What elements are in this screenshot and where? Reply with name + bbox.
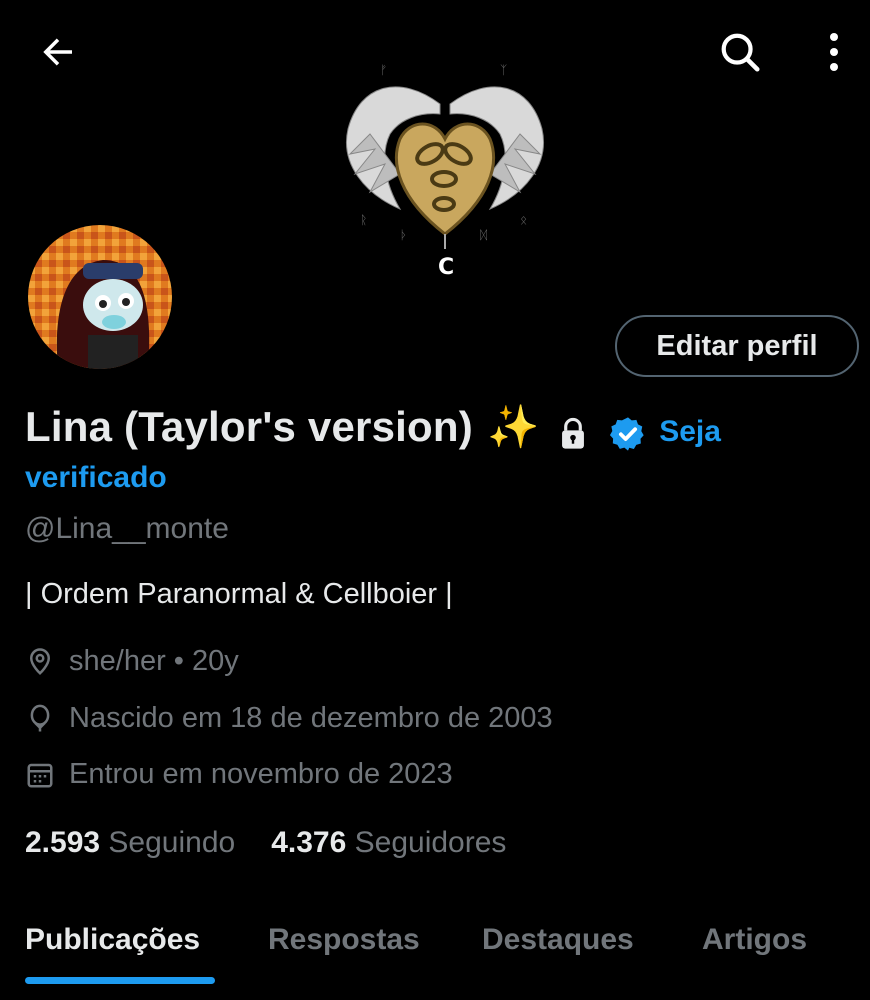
follow-stats: 2.593 Seguindo 4.376 Seguidores bbox=[25, 826, 506, 860]
banner-letter: C bbox=[438, 255, 454, 280]
display-name: Lina (Taylor's version) bbox=[25, 403, 473, 450]
user-handle: @Lina__monte bbox=[25, 512, 229, 545]
following-link[interactable]: 2.593 Seguindo bbox=[25, 826, 235, 860]
verified-badge-icon[interactable] bbox=[609, 415, 647, 458]
followers-link[interactable]: 4.376 Seguidores bbox=[271, 826, 506, 860]
active-tab-indicator bbox=[25, 977, 215, 984]
followers-count: 4.376 bbox=[271, 826, 347, 859]
back-button[interactable] bbox=[30, 26, 86, 78]
tab-publicacoes[interactable]: Publicações bbox=[25, 923, 200, 957]
tab-artigos[interactable]: Artigos bbox=[702, 923, 807, 957]
pronouns-text: she/her • 20y bbox=[69, 645, 239, 677]
profile-bio: | Ordem Paranormal & Cellboier | bbox=[25, 578, 453, 610]
avatar[interactable] bbox=[25, 222, 175, 372]
svg-text:ᚠ: ᚠ bbox=[380, 63, 387, 77]
following-label: Seguindo bbox=[108, 826, 236, 859]
profile-name-row: Lina (Taylor's version) ✨ Seja bbox=[25, 398, 855, 458]
get-verified-link-line2[interactable]: verificado bbox=[25, 461, 167, 495]
svg-text:ᛞ: ᛞ bbox=[480, 228, 487, 242]
birthdate-row: Nascido em 18 de dezembro de 2003 bbox=[25, 702, 553, 735]
birthdate-text: Nascido em 18 de dezembro de 2003 bbox=[69, 702, 553, 734]
winged-heart-emblem: ᚠ ᛉ ᚱ ᛟ ᚦ ᛞ C bbox=[346, 63, 544, 280]
following-count: 2.593 bbox=[25, 826, 101, 859]
banner-image[interactable]: ᚠ ᛉ ᚱ ᛟ ᚦ ᛞ C bbox=[330, 34, 560, 284]
search-icon bbox=[721, 33, 760, 72]
join-date-row: Entrou em novembro de 2023 bbox=[25, 758, 453, 791]
svg-text:ᚱ: ᚱ bbox=[360, 213, 367, 227]
balloon-icon bbox=[30, 704, 50, 731]
get-verified-link[interactable]: Seja bbox=[659, 415, 721, 448]
svg-text:ᛉ: ᛉ bbox=[500, 63, 507, 77]
location-pronouns-row: she/her • 20y bbox=[25, 645, 239, 678]
sparkles-emoji: ✨ bbox=[487, 403, 540, 450]
profile-tabs: Publicações Respostas Destaques Artigos bbox=[0, 905, 870, 1000]
lock-icon bbox=[558, 417, 588, 456]
tab-respostas[interactable]: Respostas bbox=[268, 923, 420, 957]
more-vertical-icon bbox=[830, 33, 838, 71]
svg-text:ᚦ: ᚦ bbox=[400, 228, 407, 242]
tab-destaques[interactable]: Destaques bbox=[482, 923, 634, 957]
edit-profile-button[interactable]: Editar perfil bbox=[615, 315, 859, 377]
calendar-icon bbox=[27, 763, 53, 787]
search-button[interactable] bbox=[710, 24, 770, 80]
location-pin-icon bbox=[29, 647, 51, 675]
arrow-left-icon bbox=[43, 38, 72, 66]
svg-text:ᛟ: ᛟ bbox=[520, 213, 527, 227]
join-date-text: Entrou em novembro de 2023 bbox=[69, 758, 453, 790]
avatar-image bbox=[28, 225, 172, 369]
followers-label: Seguidores bbox=[354, 826, 507, 859]
more-options-button[interactable] bbox=[808, 24, 860, 80]
